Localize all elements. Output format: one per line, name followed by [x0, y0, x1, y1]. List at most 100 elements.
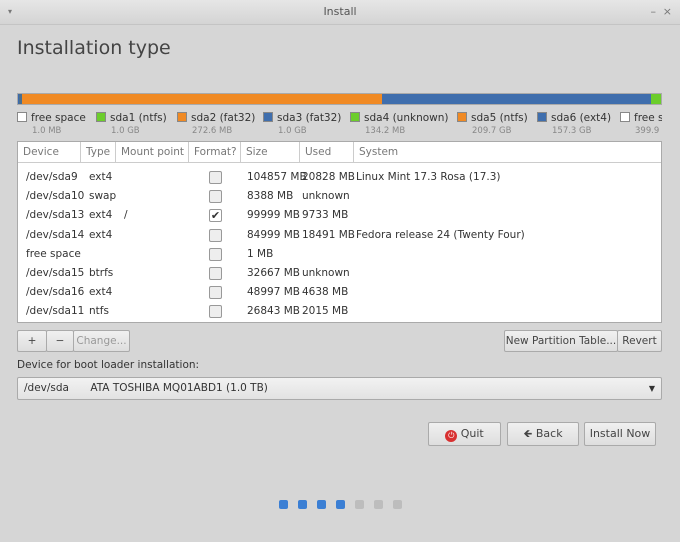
- column-header[interactable]: System: [354, 142, 661, 162]
- cell-type: ntfs: [89, 305, 109, 318]
- cell-type: swap: [89, 190, 117, 203]
- bootloader-device-select[interactable]: /dev/sda ATA TOSHIBA MQ01ABD1 (1.0 TB) ▼: [17, 377, 662, 400]
- legend-item: free space 1.0 MB: [17, 111, 86, 136]
- cell-device: /dev/sda14: [26, 228, 85, 241]
- cell-device: /dev/sda10: [26, 190, 85, 203]
- chevron-down-icon: ▼: [648, 384, 655, 393]
- column-header[interactable]: Size: [241, 142, 300, 162]
- format-checkbox[interactable]: [209, 247, 222, 261]
- legend-swatch: [263, 112, 273, 122]
- table-row[interactable]: /dev/sda13 ext4 / 99999 MB 9733 MB ✔: [18, 206, 661, 225]
- cell-used: 20828 MB: [302, 171, 356, 183]
- power-icon: ⏻: [445, 430, 458, 442]
- cell-used: 9733 MB: [302, 209, 349, 222]
- legend-size: 1.0 GB: [278, 126, 307, 136]
- format-checkbox[interactable]: [209, 286, 222, 300]
- table-row[interactable]: /dev/sda9 ext4 104857 MB 20828 MB Linux Mint…: [18, 168, 661, 187]
- legend-item: sda1 (ntfs) 1.0 GB: [96, 111, 167, 136]
- back-button[interactable]: 🡸 Back: [507, 422, 579, 446]
- format-checkbox[interactable]: [209, 267, 222, 280]
- cell-type: ext4: [89, 286, 113, 299]
- legend-swatch: [537, 112, 547, 122]
- format-checkbox[interactable]: [209, 171, 222, 184]
- cell-device: /dev/sda11: [26, 305, 85, 318]
- legend-swatch: [177, 112, 187, 122]
- partition-legend: free space 1.0 MB sda1 (ntfs) 1.0 GB sda2 (f…: [17, 111, 662, 137]
- legend-item: free space 399.9 MB: [620, 111, 662, 136]
- cell-device: /dev/sda15: [26, 267, 85, 279]
- window-menu-icon[interactable]: ▾: [8, 0, 12, 24]
- table-row[interactable]: /dev/sda14 ext4 84999 MB 18491 MB Fedora rel…: [18, 226, 661, 245]
- window-title: Install: [323, 5, 357, 18]
- cell-device: free space: [26, 247, 81, 260]
- column-header[interactable]: Used: [300, 142, 354, 162]
- progress-step: [298, 500, 307, 509]
- column-header[interactable]: Device: [18, 142, 81, 162]
- format-checkbox[interactable]: ✔: [209, 209, 222, 223]
- column-header[interactable]: Mount point: [116, 142, 189, 162]
- legend-name: sda4 (unknown): [364, 112, 449, 124]
- bootloader-description: ATA TOSHIBA MQ01ABD1 (1.0 TB): [90, 382, 268, 394]
- bootloader-device: /dev/sda: [24, 382, 69, 394]
- format-checkbox[interactable]: [209, 190, 222, 204]
- legend-size: 1.0 MB: [32, 126, 62, 136]
- install-now-button[interactable]: Install Now: [584, 422, 656, 446]
- partition-table[interactable]: Device Type Mount point Format? Size Used Syst…: [17, 141, 662, 323]
- cell-device: /dev/sda13: [26, 209, 85, 222]
- cell-used: 2015 MB: [302, 305, 349, 318]
- progress-step: [336, 500, 345, 509]
- page-title: Installation type: [17, 37, 171, 59]
- add-partition-button[interactable]: +: [17, 330, 47, 352]
- progress-step: [279, 500, 288, 509]
- table-header: Device Type Mount point Format? Size Used Syst…: [18, 142, 661, 163]
- legend-size: 399.9 MB: [635, 126, 662, 136]
- new-partition-table-button[interactable]: New Partition Table...: [504, 330, 618, 352]
- format-checkbox[interactable]: [209, 305, 222, 319]
- legend-item: sda3 (fat32) 1.0 GB: [263, 111, 341, 136]
- legend-size: 209.7 GB: [472, 126, 512, 136]
- column-header[interactable]: Type: [81, 142, 116, 162]
- cell-type: btrfs: [89, 267, 114, 279]
- legend-swatch: [17, 112, 27, 122]
- cell-size: 99999 MB: [247, 209, 301, 222]
- legend-item: sda6 (ext4) 157.3 GB: [537, 111, 611, 136]
- cell-size: 26843 MB: [247, 305, 301, 318]
- quit-label: Quit: [460, 427, 484, 440]
- table-row[interactable]: free space 1 MB: [18, 245, 661, 264]
- back-label: Back: [535, 427, 563, 440]
- quit-button[interactable]: ⏻ Quit: [428, 422, 501, 446]
- revert-button[interactable]: Revert: [617, 330, 662, 352]
- legend-name: sda6 (ext4): [551, 112, 612, 124]
- cell-device: /dev/sda16: [26, 286, 85, 299]
- table-row[interactable]: /dev/sda16 ext4 48997 MB 4638 MB: [18, 283, 661, 302]
- cell-size: 1 MB: [247, 247, 274, 260]
- remove-partition-button[interactable]: −: [46, 330, 74, 352]
- table-row[interactable]: /dev/sda15 btrfs 32667 MB unknown: [18, 264, 661, 283]
- cell-system: Linux Mint 17.3 Rosa (17.3): [356, 171, 501, 183]
- legend-size: 157.3 GB: [552, 126, 592, 136]
- legend-item: sda4 (unknown) 134.2 MB: [350, 111, 449, 136]
- cell-type: ext4: [89, 171, 113, 183]
- cell-used: 4638 MB: [302, 286, 349, 299]
- legend-name: sda5 (ntfs): [471, 112, 528, 124]
- partition-segment: [21, 94, 382, 104]
- legend-name: sda1 (ntfs): [110, 112, 167, 124]
- table-row[interactable]: /dev/sda11 ntfs 26843 MB 2015 MB: [18, 302, 661, 321]
- cell-used: 18491 MB: [302, 228, 356, 241]
- column-header[interactable]: Format?: [189, 142, 241, 162]
- cell-type: ext4: [89, 228, 113, 241]
- close-icon[interactable]: ×: [663, 0, 672, 24]
- minimize-icon[interactable]: –: [651, 0, 657, 24]
- cell-size: 48997 MB: [247, 286, 301, 299]
- progress-step: [317, 500, 326, 509]
- cell-size: 32667 MB: [247, 267, 301, 279]
- legend-name: sda2 (fat32): [191, 112, 256, 124]
- cell-used: unknown: [302, 267, 350, 279]
- legend-name: free space: [31, 112, 86, 124]
- partition-bar: [17, 93, 662, 105]
- change-partition-button[interactable]: Change...: [73, 330, 130, 352]
- table-row[interactable]: /dev/sda10 swap 8388 MB unknown: [18, 187, 661, 206]
- format-checkbox[interactable]: [209, 228, 222, 242]
- partition-segment: [381, 94, 651, 104]
- legend-name: free space: [634, 112, 662, 124]
